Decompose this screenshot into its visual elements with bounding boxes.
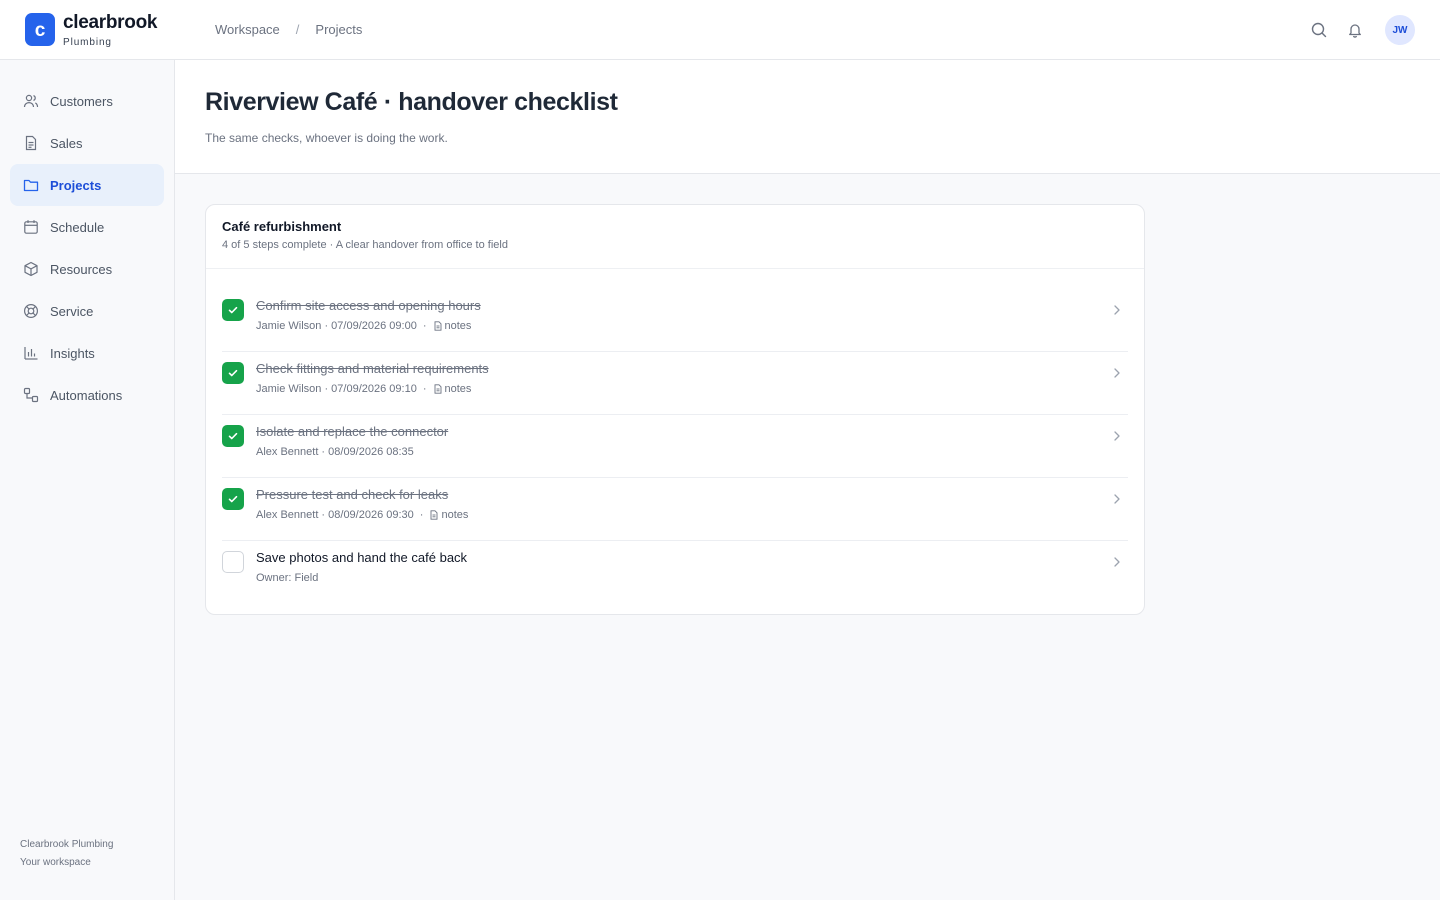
step-meta-text: Jamie Wilson · 07/09/2026 09:00 [256,320,417,332]
folder-icon [22,176,40,194]
notes-icon [433,384,443,394]
chevron-right-icon[interactable] [1112,304,1122,316]
sidebar-item-service[interactable]: Service [10,290,164,332]
box-icon [22,260,40,278]
checklist-header: Café refurbishment 4 of 5 steps complete… [206,205,1144,269]
company-name: Clearbrook Plumbing [20,839,114,850]
step-meta: Alex Bennett · 08/09/2026 08:35 [256,446,414,458]
chevron-right-icon[interactable] [1112,493,1122,505]
sidebar-footer: Clearbrook Plumbing Your workspace [20,836,113,872]
checkbox-checked[interactable] [222,488,244,510]
sidebar-item-insights[interactable]: Insights [10,332,164,374]
top-bar: c clearbrook Plumbing Workspace / Projec… [0,0,1440,60]
sidebar-item-automations[interactable]: Automations [10,374,164,416]
search-icon[interactable] [1309,20,1329,40]
sidebar-item-customers[interactable]: Customers [10,80,164,122]
check-icon [228,306,238,314]
bar-chart-icon [22,344,40,362]
notes-icon [429,510,439,520]
notes-link[interactable]: notes [445,320,472,332]
sidebar-item-label: Automations [50,387,123,403]
sidebar-item-schedule[interactable]: Schedule [10,206,164,248]
sidebar-item-label: Insights [50,345,95,361]
breadcrumb-separator: / [295,22,300,37]
step-meta: Alex Bennett · 08/09/2026 09:30 · notes [256,509,468,521]
checklist-card: Café refurbishment 4 of 5 steps complete… [205,204,1145,615]
sidebar-item-label: Resources [50,261,113,277]
check-icon [228,432,238,440]
step-label: Pressure test and check for leaks [256,487,449,502]
users-icon [22,92,40,110]
workspace-label: Your workspace [20,857,91,868]
step-meta: Jamie Wilson · 07/09/2026 09:00 · notes [256,320,471,332]
meta-separator: · [422,383,427,395]
chevron-right-icon[interactable] [1112,556,1122,568]
user-avatar[interactable]: JW [1385,15,1415,45]
checklist-title: Café refurbishment [222,219,342,234]
checklist-steps: Confirm site access and opening hours Ja… [222,289,1128,604]
checklist-step[interactable]: Save photos and hand the café back Owner… [222,541,1128,604]
brand-subtitle: Plumbing [63,37,112,48]
checkbox-checked[interactable] [222,299,244,321]
step-meta-text: Owner: Field [256,572,319,584]
breadcrumb: Workspace / Projects [215,22,362,37]
meta-separator: · [419,509,424,521]
document-icon [22,134,40,152]
notes-link[interactable]: notes [445,383,472,395]
step-meta-text: Alex Bennett · 08/09/2026 08:35 [256,446,414,458]
workflow-icon [22,386,40,404]
page-header: Riverview Café · handover checklist The … [175,60,1440,174]
chevron-right-icon[interactable] [1112,367,1122,379]
checkbox-checked[interactable] [222,425,244,447]
sidebar-item-projects[interactable]: Projects [10,164,164,206]
breadcrumb-projects[interactable]: Projects [315,22,362,37]
checklist-step[interactable]: Isolate and replace the connector Alex B… [222,415,1128,478]
notes-link[interactable]: notes [441,509,468,521]
check-icon [228,369,238,377]
sidebar-item-label: Schedule [50,219,105,235]
notes-icon [433,321,443,331]
sidebar-nav: Customers Sales Projects Schedule Resour… [10,80,164,416]
sidebar: Customers Sales Projects Schedule Resour… [0,60,175,900]
step-meta: Owner: Field [256,572,318,584]
step-label: Save photos and hand the café back [256,550,468,565]
bell-icon[interactable] [1345,20,1365,40]
top-actions: JW [1309,15,1415,45]
checklist-progress: 4 of 5 steps complete · A clear handover… [222,239,508,251]
checklist-step[interactable]: Confirm site access and opening hours Ja… [222,289,1128,352]
lifebuoy-icon [22,302,40,320]
sidebar-item-label: Sales [50,135,83,151]
page-subtitle: The same checks, whoever is doing the wo… [205,131,448,145]
step-label: Check fittings and material requirements [256,361,489,376]
chevron-right-icon[interactable] [1112,430,1122,442]
step-meta-text: Jamie Wilson · 07/09/2026 09:10 [256,383,417,395]
meta-separator: · [422,320,427,332]
step-label: Isolate and replace the connector [256,424,449,439]
sidebar-item-label: Service [50,303,94,319]
checklist-step[interactable]: Check fittings and material requirements… [222,352,1128,415]
logo-mark-icon: c [25,13,55,46]
checklist-step[interactable]: Pressure test and check for leaks Alex B… [222,478,1128,541]
step-meta-text: Alex Bennett · 08/09/2026 09:30 [256,509,414,521]
calendar-icon [22,218,40,236]
sidebar-item-sales[interactable]: Sales [10,122,164,164]
page-title: Riverview Café · handover checklist [205,88,618,116]
sidebar-item-label: Customers [50,93,113,109]
brand-name: clearbrook [63,12,158,33]
sidebar-item-resources[interactable]: Resources [10,248,164,290]
step-meta: Jamie Wilson · 07/09/2026 09:10 · notes [256,383,471,395]
breadcrumb-workspace[interactable]: Workspace [215,22,280,37]
checkbox-checked[interactable] [222,362,244,384]
check-icon [228,495,238,503]
brand-text: clearbrook Plumbing [63,13,183,49]
sidebar-item-label: Projects [50,177,102,193]
brand-logo[interactable]: c clearbrook Plumbing [25,13,157,48]
checkbox-unchecked[interactable] [222,551,244,573]
step-label: Confirm site access and opening hours [256,298,481,313]
